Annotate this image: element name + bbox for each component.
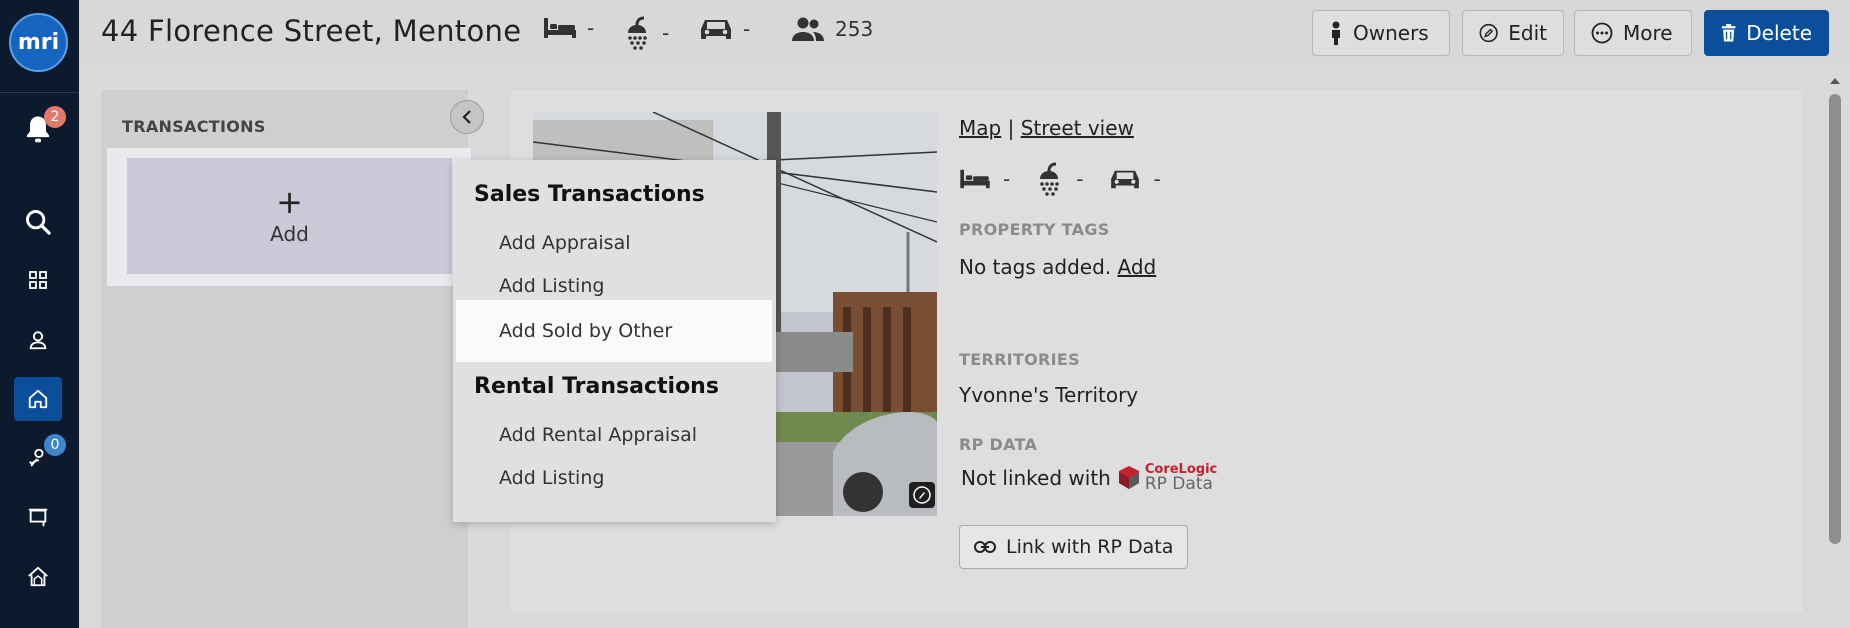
property-features: - - - — [959, 162, 1161, 196]
mri-logo[interactable]: mri — [9, 13, 68, 72]
delete-button-label: Delete — [1746, 21, 1812, 45]
map-links-separator: | — [1007, 116, 1015, 140]
edit-button-label: Edit — [1508, 21, 1547, 45]
sidebar-item-rentals[interactable] — [14, 555, 62, 599]
street-view-link[interactable]: Street view — [1021, 116, 1134, 140]
shower-icon — [628, 16, 647, 50]
dashboard-grid-icon — [29, 271, 47, 289]
rental-transactions-heading: Rental Transactions — [474, 374, 719, 399]
map-links: Map | Street view — [959, 116, 1134, 140]
territories-label: TERRITORIES — [959, 350, 1080, 369]
add-transaction-highlight: + Add — [107, 148, 471, 286]
menu-item-add-sold-by-other[interactable]: Add Sold by Other — [456, 300, 772, 362]
notifications-button[interactable]: 2 — [14, 106, 66, 152]
property-beds-value: - — [1003, 167, 1011, 191]
rpdata-label: RP DATA — [959, 435, 1038, 454]
sidebar-item-tasks[interactable]: 0 — [14, 434, 66, 480]
more-dots-icon — [1591, 22, 1613, 44]
owner-icon — [1332, 21, 1340, 45]
corelogic-cube-icon — [1118, 466, 1139, 489]
sidebar-item-dashboard[interactable] — [14, 258, 62, 302]
owners-button[interactable]: Owners — [1312, 10, 1450, 56]
scroll-up-arrow-icon — [1830, 78, 1840, 84]
rpdata-status-text: Not linked with — [961, 466, 1111, 490]
corelogic-logo: CoreLogic RP Data — [1117, 463, 1217, 493]
add-transaction-label: Add — [270, 222, 309, 246]
more-button[interactable]: More — [1574, 10, 1692, 56]
no-tags-text: No tags added. — [959, 255, 1112, 279]
edit-pencil-icon — [1479, 23, 1498, 43]
search-icon — [26, 210, 51, 235]
property-tags-value: No tags added. Add — [959, 255, 1156, 279]
add-transaction-button[interactable]: + Add — [127, 158, 452, 274]
rpdata-brand: RP Data — [1144, 474, 1213, 494]
link-rpdata-label: Link with RP Data — [1006, 536, 1174, 558]
plus-icon: + — [276, 183, 303, 221]
link-rpdata-button[interactable]: Link with RP Data — [959, 525, 1189, 569]
car-icon — [1111, 170, 1140, 189]
header-baths-value: - — [662, 21, 670, 45]
edit-button[interactable]: Edit — [1462, 10, 1564, 56]
map-link[interactable]: Map — [959, 116, 1001, 140]
transactions-heading: TRANSACTIONS — [122, 117, 266, 136]
page-header: 44 Florence Street, Mentone - - - 253 Ow… — [79, 0, 1850, 66]
bed-icon — [960, 169, 990, 189]
menu-item-add-appraisal[interactable]: Add Appraisal — [456, 222, 772, 264]
add-tag-link[interactable]: Add — [1118, 255, 1157, 279]
chevron-left-icon — [462, 110, 471, 124]
menu-item-add-rental-appraisal[interactable]: Add Rental Appraisal — [456, 414, 772, 456]
sidebar-item-search[interactable] — [14, 200, 62, 244]
sidebar-item-listings[interactable] — [14, 495, 62, 539]
sidebar-divider — [0, 92, 79, 93]
car-icon — [701, 20, 731, 39]
contacts-count: 253 — [835, 17, 874, 41]
header-beds: - — [543, 16, 594, 40]
header-contacts: 253 — [791, 16, 873, 42]
shower-icon — [1040, 162, 1060, 196]
tasks-badge: 0 — [44, 434, 66, 456]
add-transaction-menu: Sales Transactions Add Appraisal Add Lis… — [453, 160, 776, 522]
property-tags-label: PROPERTY TAGS — [959, 220, 1110, 239]
person-icon — [29, 331, 47, 350]
rpdata-status: Not linked with CoreLogic RP Data — [961, 463, 1217, 493]
header-cars-value: - — [743, 17, 751, 41]
header-cars: - — [699, 16, 750, 42]
trash-icon — [1721, 24, 1736, 42]
scroll-thumb[interactable] — [1829, 94, 1841, 544]
property-cars-value: - — [1153, 167, 1161, 191]
header-baths: - — [624, 16, 669, 50]
page-scrollbar[interactable] — [1827, 70, 1843, 628]
owners-button-label: Owners — [1353, 21, 1429, 45]
delete-button[interactable]: Delete — [1704, 10, 1829, 56]
notifications-badge: 2 — [44, 106, 66, 128]
link-icon — [974, 541, 996, 553]
house-outline-icon — [28, 566, 48, 587]
territory-value: Yvonne's Territory — [959, 383, 1139, 407]
sidebar-nav: mri 2 0 — [0, 0, 79, 628]
sign-board-icon — [28, 508, 48, 527]
sidebar-item-contacts[interactable] — [14, 318, 62, 362]
transactions-panel: TRANSACTIONS + Add — [101, 90, 471, 628]
logo-text: mri — [17, 30, 60, 55]
menu-item-add-rental-listing[interactable]: Add Listing — [456, 457, 772, 499]
page-title: 44 Florence Street, Mentone — [101, 14, 522, 48]
property-baths-value: - — [1076, 167, 1084, 191]
collapse-panel-button[interactable] — [450, 100, 484, 134]
sidebar-item-properties[interactable] — [14, 377, 62, 421]
more-button-label: More — [1623, 21, 1673, 45]
sales-transactions-heading: Sales Transactions — [474, 182, 705, 207]
bed-icon — [544, 18, 576, 38]
header-beds-value: - — [587, 16, 595, 40]
people-icon — [792, 17, 824, 41]
home-icon — [28, 389, 48, 409]
